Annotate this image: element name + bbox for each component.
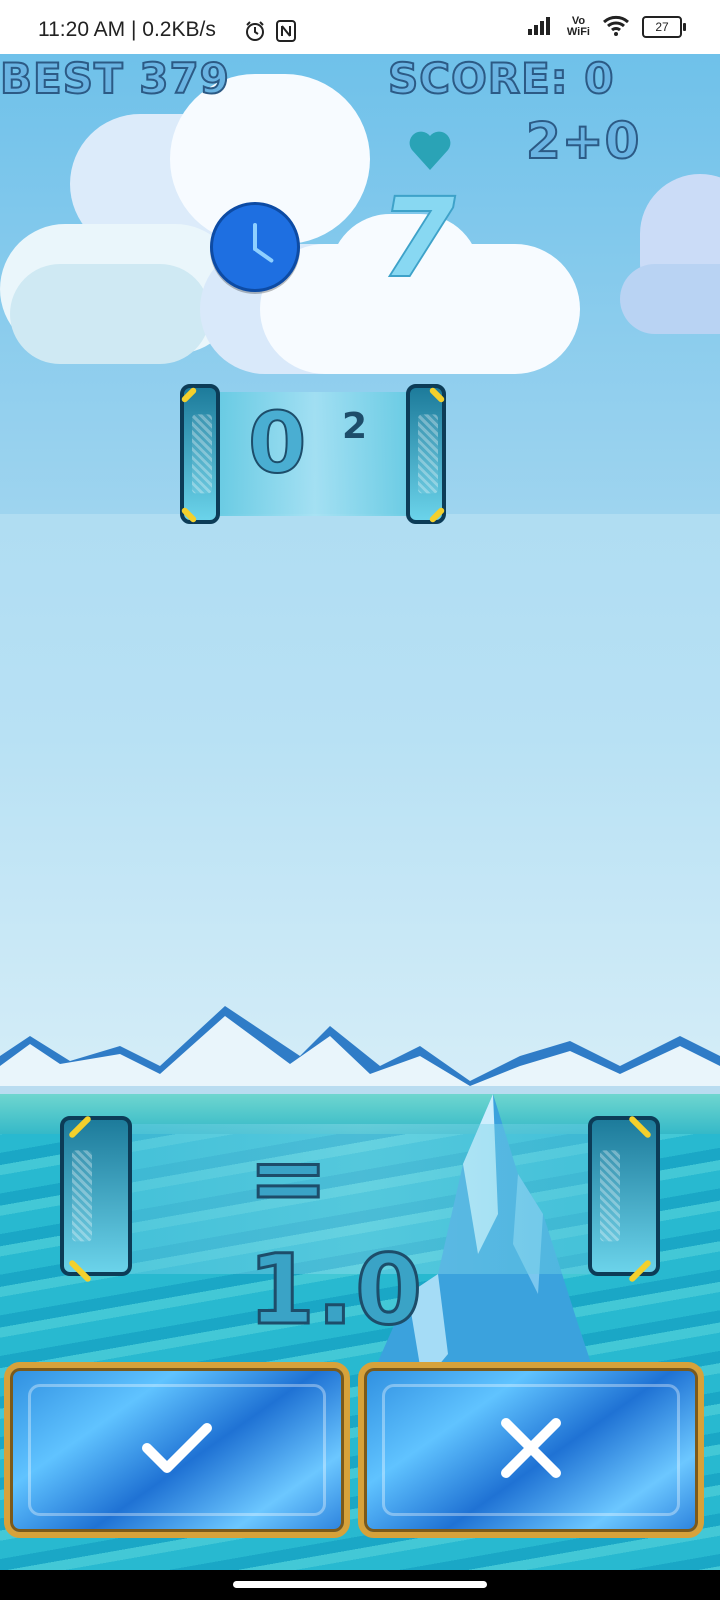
clock-icon: [210, 202, 300, 292]
confirm-button[interactable]: [4, 1362, 350, 1538]
question-exponent: 2: [342, 406, 368, 447]
home-indicator[interactable]: [233, 1581, 487, 1588]
nfc-icon: [276, 20, 296, 46]
answer-text: = 1.0: [246, 1121, 425, 1348]
wifi-icon: [602, 14, 630, 40]
combo-counter: 2+0: [525, 111, 641, 171]
battery-indicator: 27: [642, 16, 686, 38]
current-score: SCORE: 0: [387, 54, 615, 104]
game-scene: BEST 379 SCORE: 0 2+0 7 0 2 = 1.0: [0, 54, 720, 1570]
best-score: BEST 379: [0, 54, 230, 104]
question-base: 0: [247, 393, 307, 493]
navigation-bar: [0, 1570, 720, 1600]
reject-button[interactable]: [358, 1362, 704, 1538]
vowifi-icon: Vo WiFi: [566, 15, 590, 38]
heart-icon: [406, 126, 454, 174]
alarm-icon: [244, 20, 266, 46]
status-time: 11:20 AM | 0.2KB/s: [38, 18, 216, 41]
signal-icon: [527, 15, 555, 39]
cross-icon: [500, 1417, 562, 1483]
check-icon: [141, 1420, 213, 1480]
status-bar: 11:20 AM | 0.2KB/s Vo WiFi 27: [0, 0, 720, 54]
